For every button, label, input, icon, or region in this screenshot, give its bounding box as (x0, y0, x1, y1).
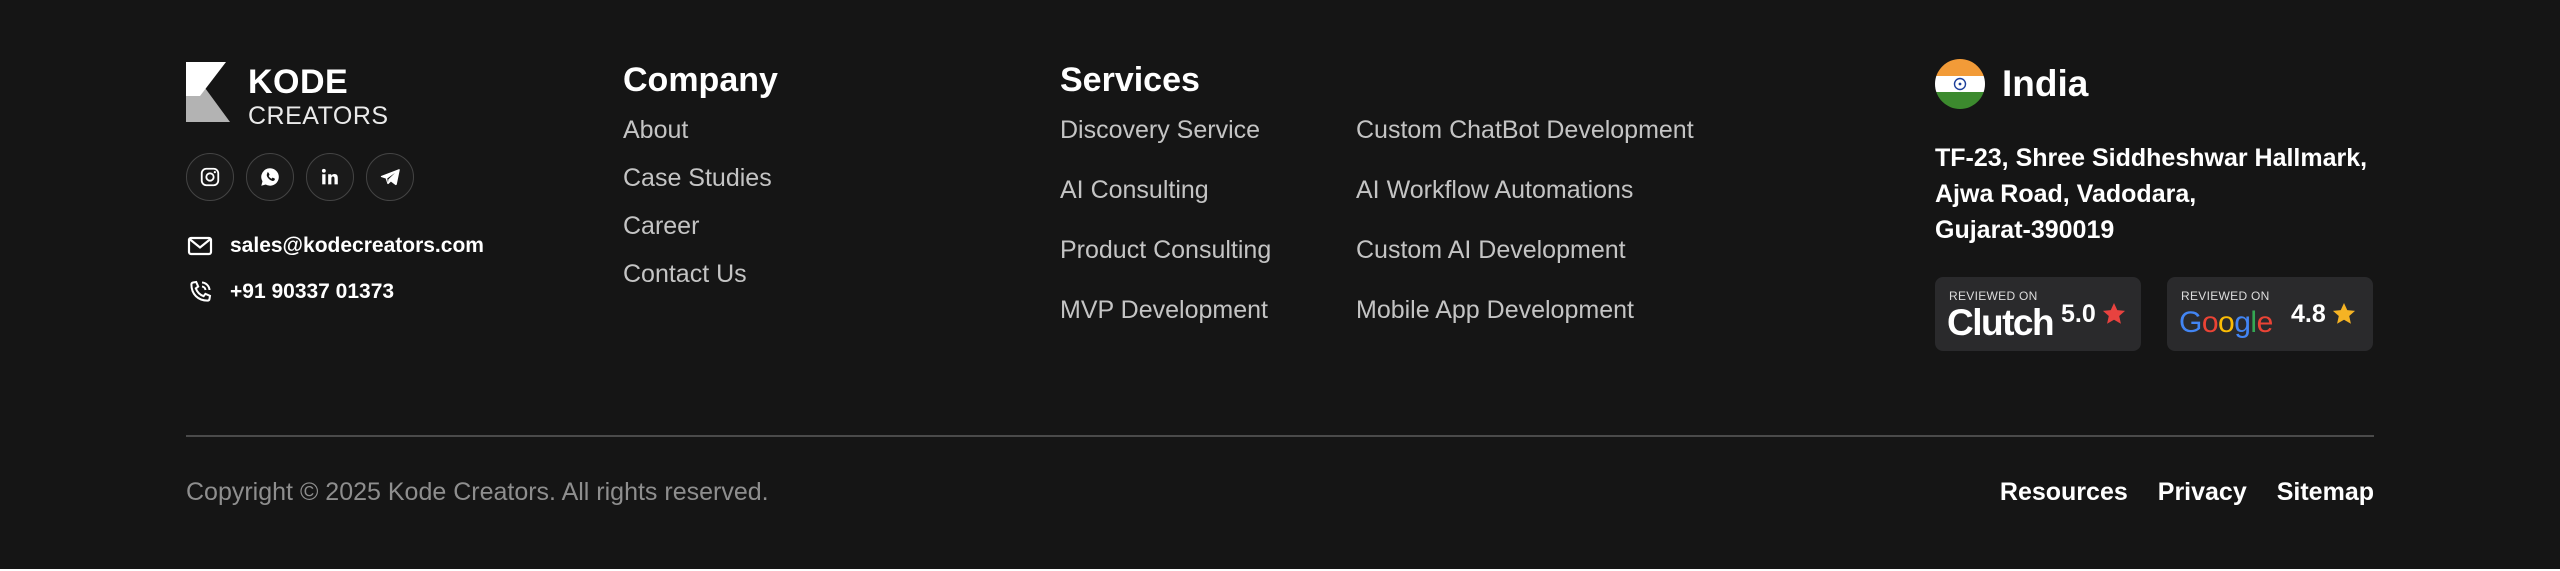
company-link-case-studies[interactable]: Case Studies (623, 163, 772, 193)
company-link-contact-us[interactable]: Contact Us (623, 259, 772, 289)
star-icon (2102, 302, 2126, 324)
social-links (186, 153, 414, 201)
company-link-about[interactable]: About (623, 115, 772, 145)
address-line: Gujarat-390019 (1935, 216, 2115, 244)
telegram-icon (380, 169, 400, 186)
instagram-link[interactable] (186, 153, 234, 201)
service-link-mobile-app[interactable]: Mobile App Development (1356, 295, 1694, 325)
clutch-review-badge[interactable]: REVIEWED ON Clutch 5.0 (1935, 277, 2141, 351)
phone-contact[interactable]: +91 90337 01373 (186, 278, 394, 306)
service-link-product-consulting[interactable]: Product Consulting (1060, 235, 1271, 265)
address-line: TF-23, Shree Siddheshwar Hallmark, (1935, 144, 2368, 172)
resources-link[interactable]: Resources (2000, 477, 2128, 507)
clutch-rating: 5.0 (2061, 300, 2096, 328)
star-icon (2332, 302, 2356, 324)
service-link-ai-consulting[interactable]: AI Consulting (1060, 175, 1271, 205)
service-link-workflow-automations[interactable]: AI Workflow Automations (1356, 175, 1694, 205)
services-links-column-1: Discovery Service AI Consulting Product … (1060, 115, 1271, 355)
company-heading: Company (623, 61, 778, 99)
whatsapp-link[interactable] (246, 153, 294, 201)
linkedin-link[interactable] (306, 153, 354, 201)
footer-divider (186, 435, 2374, 437)
service-link-chatbot[interactable]: Custom ChatBot Development (1356, 115, 1694, 145)
phone-icon (190, 280, 212, 302)
kode-logo-icon (186, 62, 230, 122)
office-address: TF-23, Shree Siddheshwar Hallmark, Ajwa … (1935, 140, 2395, 248)
brand-subname: CREATORS (248, 102, 389, 130)
mail-icon (187, 236, 213, 256)
whatsapp-icon (261, 168, 279, 186)
privacy-link[interactable]: Privacy (2158, 477, 2247, 507)
india-flag-icon (1935, 59, 1985, 109)
email-address: sales@kodecreators.com (230, 234, 484, 257)
google-review-badge[interactable]: REVIEWED ON Google 4.8 (2167, 277, 2373, 351)
service-link-mvp-development[interactable]: MVP Development (1060, 295, 1271, 325)
telegram-link[interactable] (366, 153, 414, 201)
copyright-text: Copyright © 2025 Kode Creators. All righ… (186, 478, 769, 506)
site-footer: KODE CREATORS sales@kodecreators.com +91… (0, 0, 2560, 569)
email-contact[interactable]: sales@kodecreators.com (186, 232, 484, 260)
service-link-discovery[interactable]: Discovery Service (1060, 115, 1271, 145)
review-label: REVIEWED ON (2181, 289, 2270, 303)
sitemap-link[interactable]: Sitemap (2277, 477, 2374, 507)
company-links: About Case Studies Career Contact Us (623, 115, 772, 307)
services-heading: Services (1060, 61, 1200, 99)
footer-bottom-links: Resources Privacy Sitemap (2000, 477, 2374, 507)
linkedin-icon (321, 168, 338, 185)
brand-name: KODE (248, 63, 349, 101)
google-rating: 4.8 (2291, 300, 2326, 328)
review-label: REVIEWED ON (1949, 289, 2038, 303)
address-line: Ajwa Road, Vadodara, (1935, 180, 2197, 208)
instagram-icon (200, 167, 220, 187)
services-links-column-2: Custom ChatBot Development AI Workflow A… (1356, 115, 1694, 355)
clutch-logo: Clutch (1947, 302, 2055, 343)
google-logo: Google (2179, 306, 2273, 339)
service-link-custom-ai[interactable]: Custom AI Development (1356, 235, 1694, 265)
phone-number: +91 90337 01373 (230, 280, 395, 303)
company-link-career[interactable]: Career (623, 211, 772, 241)
location-heading: India (2002, 63, 2089, 104)
